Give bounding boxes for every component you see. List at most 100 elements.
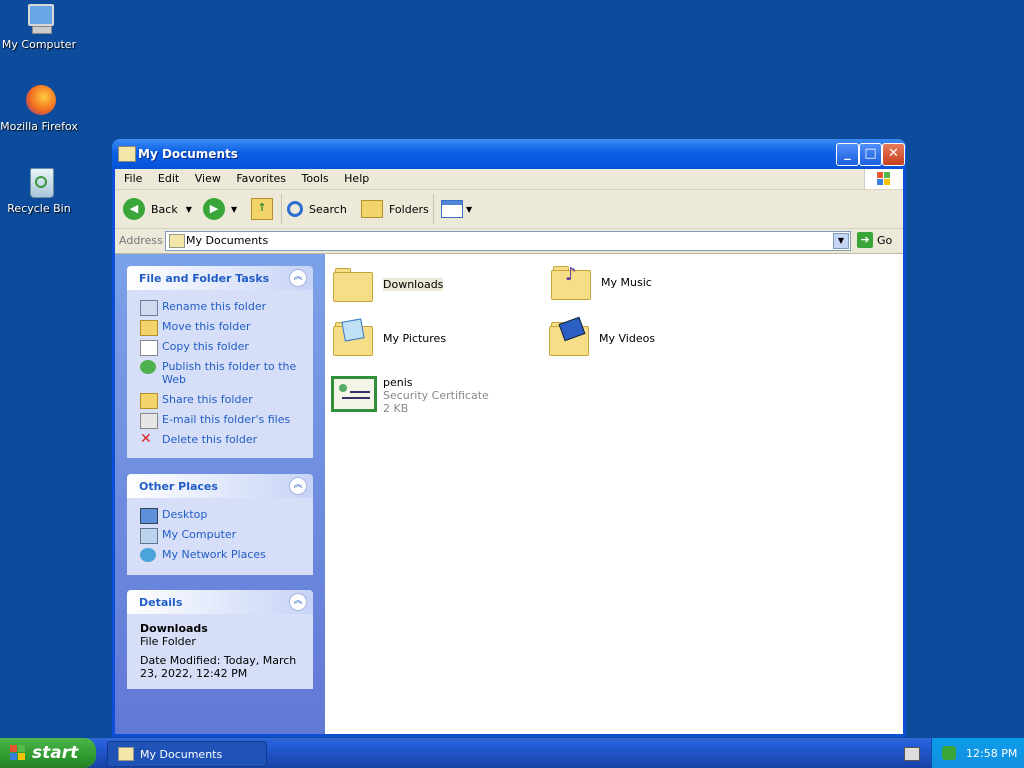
start-button[interactable]: start (0, 738, 96, 768)
menu-view[interactable]: View (189, 169, 227, 188)
desktop-icon (140, 508, 158, 524)
menu-help[interactable]: Help (338, 169, 375, 188)
file-item-my-pictures[interactable]: My Pictures (333, 318, 446, 356)
task-email-files[interactable]: E-mail this folder's files (127, 413, 307, 429)
desktop-icon-my-computer[interactable]: My Computer (0, 2, 78, 51)
place-desktop[interactable]: Desktop (127, 508, 307, 524)
music-folder-icon: ♪ (551, 264, 591, 300)
copy-icon (140, 340, 158, 356)
forward-button[interactable]: ▶ ▼ (203, 196, 237, 222)
taskbar: start My Documents 12:58 PM (0, 738, 1024, 768)
collapse-icon[interactable]: ︽ (289, 593, 307, 611)
start-label: start (32, 743, 79, 763)
task-rename-folder[interactable]: Rename this folder (127, 300, 307, 316)
menu-tools[interactable]: Tools (296, 169, 335, 188)
keyboard-icon[interactable] (904, 747, 920, 761)
network-status-icon[interactable] (942, 746, 956, 760)
my-computer-icon (22, 2, 56, 36)
collapse-icon[interactable]: ︽ (289, 477, 307, 495)
file-name: penis (383, 376, 413, 389)
panel-title: Other Places (139, 480, 218, 493)
taskbar-item-my-documents[interactable]: My Documents (107, 741, 267, 767)
file-type: Security Certificate (383, 389, 489, 402)
collapse-icon[interactable]: ︽ (289, 269, 307, 287)
menu-favorites[interactable]: Favorites (230, 169, 292, 188)
chevron-down-icon[interactable]: ▼ (833, 233, 849, 249)
share-icon (140, 393, 158, 409)
publish-web-icon (140, 360, 156, 374)
views-button[interactable]: ▼ (441, 196, 472, 222)
email-icon (140, 413, 158, 429)
file-item-certificate[interactable]: penis Security Certificate 2 KB (331, 376, 489, 415)
panel-header[interactable]: Other Places ︽ (127, 474, 313, 498)
address-input[interactable]: My Documents ▼ (165, 231, 851, 251)
search-icon (287, 201, 303, 217)
place-network[interactable]: My Network Places (127, 548, 307, 562)
go-button[interactable]: ➔ Go (857, 232, 892, 248)
chevron-down-icon: ▼ (466, 204, 473, 214)
task-delete-folder[interactable]: ✕ Delete this folder (127, 431, 307, 447)
panel-header[interactable]: Details ︽ (127, 590, 313, 614)
file-item-my-music[interactable]: ♪ My Music (551, 264, 652, 300)
taskbar-item-label: My Documents (140, 747, 223, 761)
title-bar[interactable]: My Documents _ □ ✕ (112, 139, 906, 169)
windows-logo-icon (864, 169, 903, 189)
rename-icon (140, 300, 158, 316)
firefox-icon (22, 84, 56, 118)
task-publish-folder[interactable]: Publish this folder to the Web (127, 360, 307, 386)
search-label: Search (309, 202, 347, 216)
up-folder-button[interactable]: ↑ (251, 196, 273, 222)
computer-icon (140, 528, 158, 544)
back-arrow-icon: ◀ (123, 198, 145, 220)
recycle-bin-icon (22, 166, 56, 200)
folders-label: Folders (389, 202, 429, 216)
menu-edit[interactable]: Edit (152, 169, 185, 188)
windows-logo-icon (10, 745, 26, 761)
videos-folder-icon (549, 316, 589, 356)
panel-header[interactable]: File and Folder Tasks ︽ (127, 266, 313, 290)
folder-icon (169, 234, 185, 248)
folders-icon (361, 200, 383, 218)
task-pane: File and Folder Tasks ︽ Rename this fold… (115, 254, 325, 734)
close-button[interactable]: ✕ (882, 143, 905, 166)
file-item-downloads[interactable]: Downloads (333, 266, 444, 302)
other-places-panel: Other Places ︽ Desktop My Computer My Ne… (127, 474, 313, 575)
folder-icon (118, 747, 134, 761)
task-copy-folder[interactable]: Copy this folder (127, 340, 307, 356)
folders-button[interactable]: Folders (361, 196, 429, 222)
details-name: Downloads (140, 622, 208, 635)
certificate-icon (331, 376, 377, 412)
file-list: Downloads ♪ My Music My Pictures My Vide… (325, 254, 903, 734)
folder-icon (118, 146, 136, 162)
pictures-folder-icon (333, 318, 373, 356)
views-icon (441, 200, 463, 218)
go-label: Go (877, 233, 893, 247)
details-panel: Details ︽ Downloads File Folder Date Mod… (127, 590, 313, 689)
chevron-down-icon: ▼ (185, 204, 192, 214)
desktop-icon-label: My Computer (1, 38, 77, 51)
desktop-icon-label: Mozilla Firefox (0, 120, 78, 133)
toolbar: ◀ Back ▼ ▶ ▼ ↑ Search Folders ▼ (115, 190, 903, 229)
explorer-window: My Documents _ □ ✕ File Edit View Favori… (112, 139, 906, 737)
panel-title: File and Folder Tasks (139, 272, 270, 285)
move-icon (140, 320, 158, 336)
address-label: Address (119, 234, 163, 247)
task-share-folder[interactable]: Share this folder (127, 393, 307, 409)
desktop-icon-firefox[interactable]: Mozilla Firefox (0, 84, 78, 133)
clock[interactable]: 12:58 PM (966, 747, 1017, 760)
desktop-icon-label: Recycle Bin (7, 202, 71, 215)
desktop-icon-recycle-bin[interactable]: Recycle Bin (0, 166, 78, 215)
delete-x-icon: ✕ (140, 431, 152, 447)
place-my-computer[interactable]: My Computer (127, 528, 307, 544)
folder-icon (333, 266, 373, 302)
task-move-folder[interactable]: Move this folder (127, 320, 307, 336)
network-icon (140, 548, 156, 562)
minimize-button[interactable]: _ (836, 143, 859, 166)
chevron-down-icon: ▼ (231, 204, 238, 214)
maximize-button[interactable]: □ (859, 143, 882, 166)
menu-file[interactable]: File (118, 169, 148, 188)
search-button[interactable]: Search (287, 196, 347, 222)
file-folder-tasks-panel: File and Folder Tasks ︽ Rename this fold… (127, 266, 313, 458)
file-item-my-videos[interactable]: My Videos (549, 316, 655, 356)
back-button[interactable]: ◀ Back ▼ (123, 196, 192, 222)
